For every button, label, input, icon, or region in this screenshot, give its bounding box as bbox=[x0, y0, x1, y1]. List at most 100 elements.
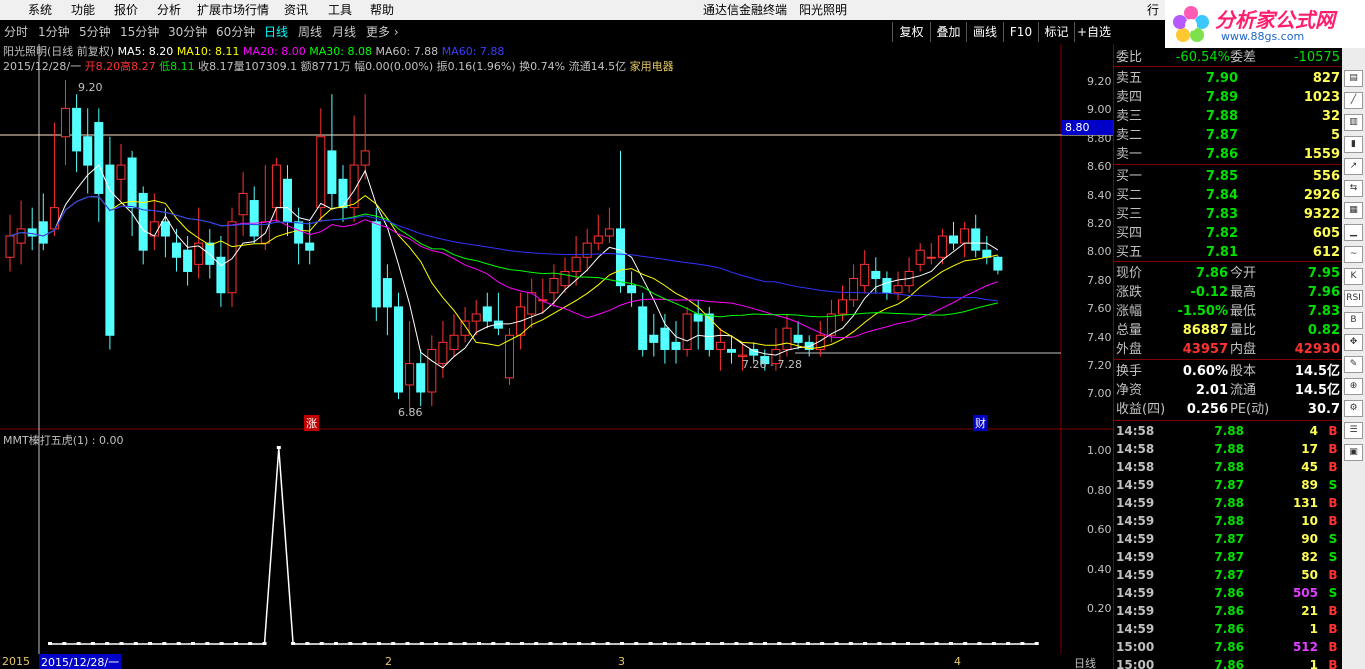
overlay-button[interactable]: 叠加 bbox=[930, 22, 966, 42]
candle-body bbox=[549, 278, 559, 294]
ask-row[interactable]: 卖二 7.87 5 bbox=[1114, 126, 1342, 145]
tick-list[interactable]: 14:58 7.88 4 B 14:58 7.88 17 B 14:58 7.88 45 B 14:59… bbox=[1114, 422, 1342, 669]
stat-value: 7.83 bbox=[1307, 304, 1340, 319]
window-icon[interactable]: ▣ bbox=[1344, 444, 1363, 461]
candle-body bbox=[471, 313, 481, 322]
tab-weekly[interactable]: 周线 bbox=[298, 23, 322, 41]
tab-monthly[interactable]: 月线 bbox=[332, 23, 356, 41]
bar-icon[interactable]: ▥ bbox=[1344, 114, 1363, 131]
menu-info[interactable]: 资讯 bbox=[284, 0, 308, 20]
candle-body bbox=[860, 263, 870, 287]
tab-timeshare[interactable]: 分时 bbox=[4, 23, 28, 41]
indicator-point bbox=[906, 642, 910, 645]
menu-help[interactable]: 帮助 bbox=[370, 0, 394, 20]
menu-quote[interactable]: 报价 bbox=[114, 0, 138, 20]
bid-row[interactable]: 买二 7.84 2926 bbox=[1114, 186, 1342, 205]
indicator-point bbox=[548, 642, 553, 645]
bid-row[interactable]: 买五 7.81 612 bbox=[1114, 243, 1342, 262]
ask-row[interactable]: 卖四 7.89 1023 bbox=[1114, 88, 1342, 107]
order-volume: 556 bbox=[1312, 169, 1340, 184]
f10-button[interactable]: F10 bbox=[1003, 22, 1038, 42]
tick-flag: B bbox=[1328, 424, 1338, 438]
compare-icon[interactable]: ⇆ bbox=[1344, 180, 1363, 197]
tab-1min[interactable]: 1分钟 bbox=[38, 23, 70, 41]
tick-flag: B bbox=[1328, 460, 1338, 474]
menu-function[interactable]: 功能 bbox=[71, 0, 95, 20]
list-icon[interactable]: ☰ bbox=[1344, 422, 1363, 439]
price-tick-label: 9.20 bbox=[1087, 75, 1112, 88]
price-tick-label: 8.40 bbox=[1087, 188, 1112, 202]
macd-icon[interactable]: ~ bbox=[1344, 246, 1363, 263]
candle-icon[interactable]: ▮ bbox=[1344, 136, 1363, 153]
kdj-icon[interactable]: K bbox=[1344, 268, 1363, 285]
candle-body bbox=[327, 150, 337, 194]
kline-icon[interactable]: ▤ bbox=[1344, 70, 1363, 87]
fuquan-button[interactable]: 复权 bbox=[892, 22, 930, 42]
flower-logo-icon bbox=[1173, 6, 1209, 42]
indicator-point bbox=[963, 642, 968, 645]
boll-icon[interactable]: B bbox=[1344, 312, 1363, 329]
tick-row: 14:59 7.86 1 B bbox=[1114, 620, 1342, 638]
tab-more[interactable]: 更多 › bbox=[366, 23, 399, 41]
candle-body bbox=[394, 306, 403, 393]
tick-flag: S bbox=[1328, 586, 1338, 600]
indicator-point bbox=[148, 642, 153, 645]
menu-system[interactable]: 系统 bbox=[28, 0, 52, 20]
candle-body bbox=[627, 285, 637, 294]
tab-60min[interactable]: 60分钟 bbox=[216, 23, 255, 41]
rsi-icon[interactable]: RSI bbox=[1344, 290, 1363, 307]
order-volume: 1023 bbox=[1303, 90, 1340, 105]
indicator-tick-label: 0.20 bbox=[1087, 602, 1112, 615]
market-button[interactable]: 行 bbox=[1147, 0, 1167, 20]
tab-5min[interactable]: 5分钟 bbox=[79, 23, 111, 41]
candle-body bbox=[294, 221, 304, 244]
price-tick-label: 8.60 bbox=[1087, 160, 1112, 174]
candle-body bbox=[604, 228, 614, 237]
kline-chart[interactable] bbox=[0, 44, 1113, 654]
order-level-label: 卖五 bbox=[1116, 71, 1143, 86]
price-tick-label: 7.00 bbox=[1087, 387, 1112, 401]
tab-daily[interactable]: 日线 bbox=[264, 23, 288, 41]
tick-flag: S bbox=[1328, 550, 1338, 564]
order-volume: 827 bbox=[1312, 71, 1340, 86]
order-level-label: 买五 bbox=[1116, 245, 1143, 260]
add-favorite-button[interactable]: +自选 bbox=[1074, 22, 1113, 42]
candle-body bbox=[38, 221, 48, 244]
indicator-point bbox=[891, 642, 896, 645]
grid-icon[interactable]: ▦ bbox=[1344, 202, 1363, 219]
indicator-point bbox=[920, 642, 925, 645]
menu-analysis[interactable]: 分析 bbox=[157, 0, 181, 20]
menu-ext-market[interactable]: 扩展市场行情 bbox=[197, 0, 269, 20]
draw-button[interactable]: 画线 bbox=[966, 22, 1003, 42]
tick-price: 7.87 bbox=[1214, 478, 1244, 492]
volume-icon[interactable]: ▁ bbox=[1344, 224, 1363, 241]
candle-body bbox=[849, 278, 859, 301]
tab-30min[interactable]: 30分钟 bbox=[168, 23, 207, 41]
menu-tools[interactable]: 工具 bbox=[328, 0, 352, 20]
tick-flag: B bbox=[1328, 568, 1338, 582]
move-icon[interactable]: ✥ bbox=[1344, 334, 1363, 351]
trend-icon[interactable]: ↗ bbox=[1344, 158, 1363, 175]
tick-volume: 90 bbox=[1301, 532, 1318, 546]
finance-marker[interactable]: 财 bbox=[973, 415, 988, 431]
pencil-icon[interactable]: ✎ bbox=[1344, 356, 1363, 373]
stat-value: 7.96 bbox=[1307, 285, 1340, 300]
bid-row[interactable]: 买三 7.83 9322 bbox=[1114, 205, 1342, 224]
candle-body bbox=[205, 242, 215, 265]
limit-up-marker[interactable]: 涨 bbox=[304, 415, 319, 431]
ask-row[interactable]: 卖一 7.86 1559 bbox=[1114, 145, 1342, 164]
stat-label: 净资 bbox=[1116, 383, 1143, 398]
tick-time: 14:59 bbox=[1116, 514, 1155, 528]
ask-row[interactable]: 卖三 7.88 32 bbox=[1114, 107, 1342, 126]
tab-15min[interactable]: 15分钟 bbox=[120, 23, 159, 41]
bid-row[interactable]: 买一 7.85 556 bbox=[1114, 167, 1342, 186]
zoom-icon[interactable]: ⊕ bbox=[1344, 378, 1363, 395]
stat-row: 涨跌 -0.12 最高 7.96 bbox=[1114, 283, 1342, 302]
settings-icon[interactable]: ⚙ bbox=[1344, 400, 1363, 417]
mark-button[interactable]: 标记 bbox=[1038, 22, 1074, 42]
ask-row[interactable]: 卖五 7.90 827 bbox=[1114, 69, 1342, 88]
bid-row[interactable]: 买四 7.82 605 bbox=[1114, 224, 1342, 243]
candle-body bbox=[682, 313, 692, 350]
line-icon[interactable]: ╱ bbox=[1344, 92, 1363, 109]
tick-flag: B bbox=[1328, 640, 1338, 654]
